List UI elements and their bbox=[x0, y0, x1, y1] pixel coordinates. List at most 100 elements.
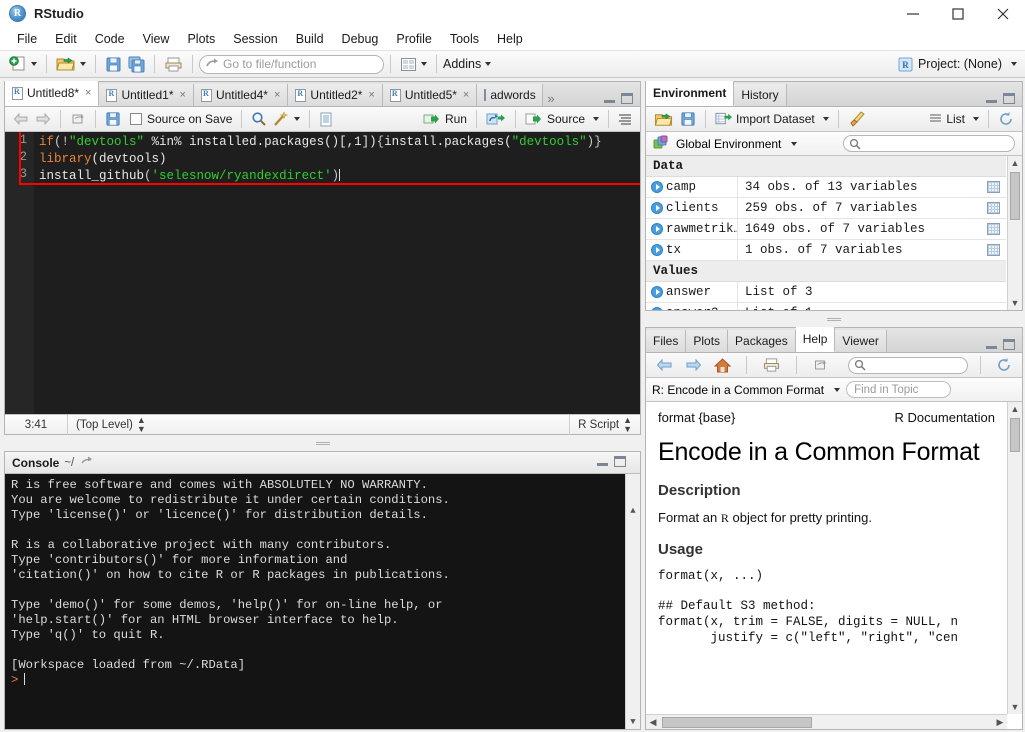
help-topic-label[interactable]: R: Encode in a Common Format bbox=[652, 383, 824, 397]
file-type-selector[interactable]: R Script ▲ ▼ bbox=[570, 415, 640, 435]
code-tools-caret-icon[interactable] bbox=[294, 117, 301, 121]
compile-report-button[interactable] bbox=[316, 108, 336, 130]
minimize-pane-button[interactable] bbox=[986, 340, 997, 349]
help-home-button[interactable] bbox=[711, 354, 734, 376]
scope-updown-icon[interactable]: ▲ ▼ bbox=[137, 415, 146, 434]
close-icon[interactable]: × bbox=[180, 89, 186, 101]
view-table-icon[interactable] bbox=[986, 223, 1000, 235]
source-forward-button[interactable] bbox=[32, 108, 54, 130]
console-popout-icon[interactable] bbox=[80, 455, 94, 470]
addins-caret-icon[interactable] bbox=[485, 62, 492, 66]
document-outline-button[interactable] bbox=[615, 108, 635, 130]
show-in-new-window-button[interactable] bbox=[67, 108, 89, 130]
view-mode-caret-icon[interactable] bbox=[973, 117, 979, 121]
tab-help[interactable]: Help bbox=[795, 327, 836, 352]
environment-search-input[interactable] bbox=[843, 135, 1015, 152]
checkbox-icon[interactable] bbox=[130, 113, 142, 125]
horizontal-splitter[interactable] bbox=[4, 440, 641, 446]
environment-row[interactable]: answer3 List of 1 bbox=[646, 302, 1006, 310]
source-tab-untitled5[interactable]: Untitled5* × bbox=[382, 84, 478, 106]
tab-environment[interactable]: Environment bbox=[646, 81, 735, 106]
expand-icon[interactable] bbox=[651, 223, 663, 235]
scroll-up-icon[interactable]: ▲ bbox=[1008, 156, 1022, 170]
print-button[interactable] bbox=[161, 53, 186, 75]
tab-overflow-button[interactable]: » bbox=[543, 91, 558, 106]
new-file-caret-icon[interactable] bbox=[31, 62, 37, 66]
tab-viewer[interactable]: Viewer bbox=[835, 330, 887, 352]
clear-workspace-button[interactable] bbox=[845, 108, 869, 130]
menu-build[interactable]: Build bbox=[287, 30, 333, 48]
expand-icon[interactable] bbox=[651, 244, 663, 256]
workspace-panes-button[interactable] bbox=[397, 53, 430, 75]
import-dataset-caret-icon[interactable] bbox=[822, 117, 829, 121]
help-vertical-scrollbar[interactable]: ▲ ▼ bbox=[1007, 402, 1022, 714]
environment-scope-caret-icon[interactable] bbox=[791, 141, 798, 146]
code-text-area[interactable]: if(!"devtools" %in% installed.packages()… bbox=[34, 132, 640, 414]
scroll-up-icon[interactable]: ▲ bbox=[1008, 402, 1022, 416]
close-icon[interactable]: × bbox=[85, 87, 91, 99]
open-file-caret-icon[interactable] bbox=[80, 62, 86, 66]
scroll-down-icon[interactable]: ▼ bbox=[1008, 700, 1022, 714]
file-type-updown-icon[interactable]: ▲ ▼ bbox=[623, 415, 632, 434]
scroll-up-icon[interactable]: ▲ bbox=[626, 504, 640, 518]
console-scrollbar[interactable]: ▲ ▼ bbox=[625, 474, 640, 729]
menu-view[interactable]: View bbox=[134, 30, 179, 48]
load-workspace-button[interactable] bbox=[651, 108, 677, 130]
addins-button[interactable]: Addins bbox=[443, 57, 492, 71]
re-run-button[interactable] bbox=[483, 108, 509, 130]
expand-icon[interactable] bbox=[651, 286, 663, 298]
help-refresh-button[interactable] bbox=[993, 354, 1015, 376]
environment-row[interactable]: clients 259 obs. of 7 variables bbox=[646, 197, 1006, 219]
maximize-button[interactable] bbox=[935, 0, 980, 28]
source-save-button[interactable] bbox=[102, 108, 124, 130]
help-topic-caret-icon[interactable] bbox=[834, 387, 841, 392]
source-back-button[interactable] bbox=[10, 108, 32, 130]
help-document-view[interactable]: format {base} R Documentation Encode in … bbox=[646, 402, 1022, 729]
environment-scope-label[interactable]: Global Environment bbox=[676, 137, 781, 151]
source-tab-untitled1[interactable]: Untitled1* × bbox=[99, 84, 194, 106]
scroll-down-icon[interactable]: ▼ bbox=[626, 715, 640, 729]
help-search-input[interactable] bbox=[848, 356, 968, 374]
save-button[interactable] bbox=[102, 53, 125, 75]
source-tab-untitled8[interactable]: Untitled8* × bbox=[5, 81, 100, 106]
view-table-icon[interactable] bbox=[986, 244, 1000, 256]
menu-debug[interactable]: Debug bbox=[333, 30, 388, 48]
source-tab-adwords[interactable]: adwords bbox=[477, 84, 544, 106]
tab-files[interactable]: Files bbox=[646, 330, 687, 352]
code-tools-button[interactable] bbox=[270, 108, 303, 130]
view-table-icon[interactable] bbox=[986, 202, 1000, 214]
expand-icon[interactable] bbox=[651, 181, 663, 193]
refresh-environment-button[interactable] bbox=[995, 108, 1017, 130]
scrollbar-thumb[interactable] bbox=[662, 716, 812, 728]
environment-row[interactable]: tx 1 obs. of 7 variables bbox=[646, 239, 1006, 261]
import-dataset-button[interactable]: Import Dataset bbox=[712, 108, 832, 130]
source-caret-icon[interactable] bbox=[593, 117, 599, 121]
panes-caret-icon[interactable] bbox=[421, 62, 427, 66]
source-on-save-checkbox[interactable]: Source on Save bbox=[124, 108, 235, 130]
menu-edit[interactable]: Edit bbox=[46, 30, 86, 48]
help-print-button[interactable] bbox=[759, 354, 784, 376]
environment-row[interactable]: rawmetrik… 1649 obs. of 7 variables bbox=[646, 218, 1006, 240]
scroll-down-icon[interactable]: ▼ bbox=[1008, 296, 1022, 310]
tab-history[interactable]: History bbox=[734, 84, 787, 106]
find-in-topic-input[interactable]: Find in Topic bbox=[846, 381, 952, 398]
menu-profile[interactable]: Profile bbox=[387, 30, 440, 48]
help-back-button[interactable] bbox=[653, 354, 676, 376]
menu-file[interactable]: File bbox=[8, 30, 46, 48]
maximize-pane-button[interactable] bbox=[1003, 339, 1015, 350]
new-file-button[interactable] bbox=[6, 53, 40, 75]
close-icon[interactable]: × bbox=[368, 89, 374, 101]
source-tab-untitled4[interactable]: Untitled4* × bbox=[193, 84, 289, 106]
goto-file-function-input[interactable]: Go to file/function bbox=[199, 54, 384, 74]
scrollbar-thumb[interactable] bbox=[1010, 172, 1020, 220]
minimize-pane-button[interactable] bbox=[597, 457, 608, 466]
code-editor[interactable]: 1 2 3 if(!"devtools" %in% installed.pack… bbox=[5, 132, 640, 414]
menu-tools[interactable]: Tools bbox=[441, 30, 488, 48]
tab-plots[interactable]: Plots bbox=[686, 330, 729, 352]
run-button[interactable]: Run bbox=[420, 108, 470, 130]
save-workspace-button[interactable] bbox=[677, 108, 699, 130]
expand-icon[interactable] bbox=[651, 202, 663, 214]
minimize-pane-button[interactable] bbox=[604, 94, 615, 103]
source-button[interactable]: Source bbox=[522, 108, 602, 130]
horizontal-splitter-right[interactable] bbox=[645, 316, 1023, 322]
